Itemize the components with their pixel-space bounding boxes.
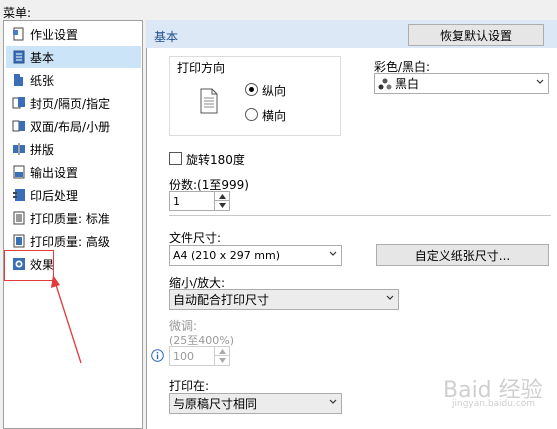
menu-item-label: 基本 [30, 50, 55, 65]
finishing-icon [12, 188, 26, 202]
menu-item-job-settings[interactable]: 作业设置 [6, 23, 141, 45]
imposition-icon [12, 142, 26, 156]
orientation-title: 打印方向 [177, 61, 226, 75]
menu-label: 菜单: [3, 6, 32, 20]
color-mode-select[interactable]: 黑白 [374, 73, 549, 94]
fine-tune-value: 100 [173, 349, 194, 363]
print-on-value: 与原稿尺寸相同 [173, 397, 258, 411]
fine-tune-decrement-button[interactable] [215, 356, 229, 365]
custom-paper-size-button[interactable]: 自定义纸张尺寸... [376, 244, 549, 266]
chevron-down-icon [329, 251, 337, 256]
landscape-radio[interactable] [245, 108, 258, 121]
menu-item-finishing[interactable]: 印后处理 [6, 184, 141, 206]
info-icon[interactable] [151, 349, 164, 362]
quality-advanced-icon [12, 234, 26, 248]
caret-down-icon [219, 203, 226, 208]
menu-item-label: 双面/布局/小册 [30, 119, 111, 134]
quality-standard-icon [12, 211, 26, 225]
menu-item-quality-standard[interactable]: 打印质量: 标准 [6, 207, 141, 229]
menu-item-imposition[interactable]: 拼版 [6, 138, 141, 160]
scale-select[interactable]: 自动配合打印尺寸 [169, 289, 399, 310]
rotate-label: 旋转180度 [186, 153, 245, 167]
menu-item-output-settings[interactable]: 输出设置 [6, 161, 141, 183]
color-mode-value: 黑白 [395, 77, 420, 91]
portrait-radio[interactable] [245, 83, 258, 96]
print-on-select[interactable]: 与原稿尺寸相同 [169, 393, 342, 414]
page-title: 基本 [154, 30, 179, 44]
restore-defaults-button[interactable]: 恢复默认设置 [408, 24, 544, 46]
watermark-sub: jingyan.baidu.com [452, 399, 536, 409]
fine-tune-increment-button[interactable] [215, 347, 229, 356]
copies-decrement-button[interactable] [215, 201, 229, 210]
paper-size-value: A4 (210 x 297 mm) [173, 249, 281, 262]
caret-up-icon [219, 194, 226, 199]
chevron-down-icon [386, 295, 394, 300]
duplex-layout-icon [12, 119, 26, 133]
menu-item-label: 打印质量: 高级 [30, 234, 110, 249]
print-on-label: 打印在: [169, 379, 210, 393]
paper-size-label: 文件尺寸: [169, 231, 222, 245]
landscape-label: 横向 [262, 109, 287, 123]
basic-icon [12, 50, 26, 64]
paper-icon [12, 73, 26, 87]
menu-item-duplex-layout[interactable]: 双面/布局/小册 [6, 115, 141, 137]
caret-up-icon [219, 349, 226, 354]
menu-item-label: 作业设置 [30, 27, 79, 42]
menu-item-label: 打印质量: 标准 [30, 211, 110, 226]
copies-stepper[interactable]: 1 [169, 191, 230, 211]
fine-tune-stepper[interactable]: 100 [169, 346, 230, 366]
annotation-arrow [51, 275, 82, 364]
section-divider [169, 215, 551, 216]
menu-item-label: 输出设置 [30, 165, 79, 180]
menu-item-label: 封页/隔页/指定 [30, 96, 111, 111]
menu-item-label: 拼版 [30, 142, 55, 157]
menu-item-paper[interactable]: 纸张 [6, 69, 141, 91]
rotate-checkbox[interactable] [169, 152, 182, 165]
menu-item-label: 印后处理 [30, 188, 79, 203]
copies-increment-button[interactable] [215, 192, 229, 201]
menu-item-basic[interactable]: 基本 [6, 46, 141, 68]
caret-down-icon [219, 358, 226, 363]
cover-page-icon [12, 96, 26, 110]
copies-value: 1 [173, 194, 180, 208]
chevron-down-icon [536, 79, 544, 84]
menu-item-cover-page[interactable]: 封页/隔页/指定 [6, 92, 141, 114]
chevron-down-icon [329, 399, 337, 404]
paper-size-select[interactable]: A4 (210 x 297 mm) [169, 245, 342, 266]
job-settings-icon [12, 27, 26, 41]
output-settings-icon [12, 165, 26, 179]
bw-dots-icon [378, 78, 392, 89]
portrait-page-icon [200, 88, 218, 114]
portrait-label: 纵向 [262, 84, 287, 98]
menu-item-label: 纸张 [30, 73, 55, 88]
scale-value: 自动配合打印尺寸 [173, 293, 270, 307]
menu-item-quality-advanced[interactable]: 打印质量: 高级 [6, 230, 141, 252]
